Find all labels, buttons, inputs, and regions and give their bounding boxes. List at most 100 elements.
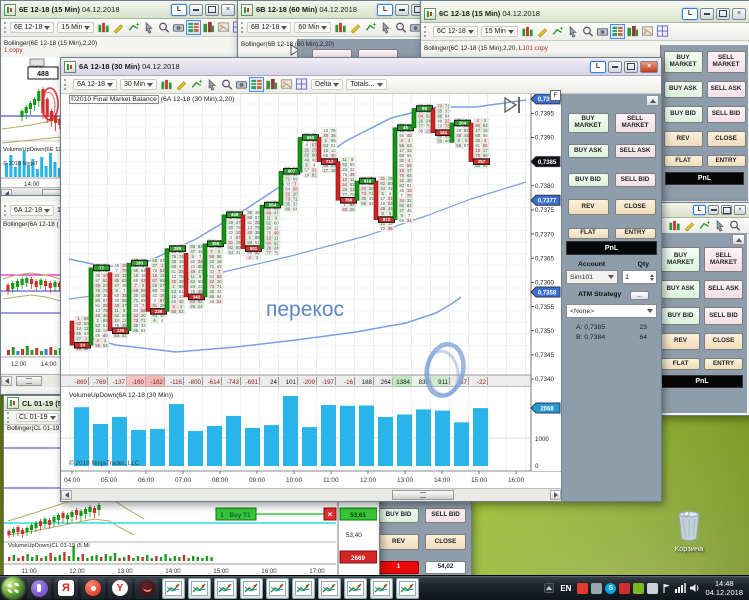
chart-window-task-icon[interactable] [214,577,237,599]
yandex-search-icon[interactable]: Y [108,577,132,599]
pnl-display[interactable]: PnL [665,172,744,185]
rev-button[interactable]: REV [663,131,703,147]
chart-6a15[interactable]: 12:00 14:00 [1,229,61,373]
qty-input[interactable]: 1 [622,270,657,284]
buy-ask-button[interactable]: BUY ASK [661,280,700,299]
sell-bid-button[interactable]: SELL BID [614,173,656,187]
usb-device-icon[interactable] [647,582,659,594]
close-button[interactable]: × [734,205,746,215]
skype-icon[interactable]: S [605,582,617,594]
sell-bid-button[interactable]: SELL BID [706,106,746,123]
indicator-label[interactable]: Bollinger(6B 12-18 (60 Min),2,20) [241,41,334,48]
action-center-flag-icon[interactable] [661,583,672,594]
interval-select[interactable]: 15 Min [480,26,518,37]
cursor-icon[interactable] [379,21,392,34]
link-button[interactable]: L [590,60,606,73]
image-icon[interactable] [641,25,654,38]
drawing-tools-icon[interactable] [112,21,125,34]
indicator-add-icon[interactable]: + [127,21,140,34]
sell-ask-button[interactable]: SELL ASK [704,280,743,299]
tray-red2-app-icon[interactable] [619,582,631,594]
buy-bid-button[interactable]: BUY BID [378,508,419,523]
yandex-browser-icon[interactable]: Я [54,577,78,599]
flat-button[interactable]: FLAT [567,228,609,239]
sell-market-button[interactable]: SELL MARKET [614,113,656,133]
grid-icon[interactable] [656,25,669,38]
main-chart[interactable]: 1885250141265632717852161424232174723610… [61,94,561,501]
link-button[interactable]: L [693,205,706,215]
chart-window-task-icon[interactable] [396,577,419,599]
cursor-icon[interactable] [566,25,579,38]
red-app-icon[interactable] [81,577,105,599]
cursor-icon[interactable] [205,78,218,91]
entry-button[interactable]: ENTRY [614,228,656,239]
minimize-button[interactable] [708,205,719,215]
toolbar-grip[interactable] [4,22,6,33]
nvidia-icon[interactable] [633,582,645,594]
snapshot-icon[interactable] [235,78,248,91]
network-signal-icon[interactable] [675,583,687,594]
instrument-select[interactable]: 6A 12-18 [10,205,55,216]
drawing-tools-icon[interactable] [175,78,188,91]
titlebar-float[interactable]: L × [656,203,749,218]
link-button[interactable]: L [377,3,393,16]
toolbar-grip[interactable] [424,26,429,37]
indicator-add-icon[interactable]: + [698,219,711,232]
minimize-button[interactable] [189,3,203,16]
toolbar-grip[interactable] [7,412,12,423]
indicator-add-icon[interactable]: + [551,25,564,38]
interval-select[interactable]: 30 Min [120,79,158,90]
interval-select[interactable]: 15 Min [57,22,95,33]
entry-button[interactable]: ENTRY [706,155,746,167]
chart-style-icon[interactable] [97,21,110,34]
chart-style-icon[interactable] [521,25,534,38]
footprint-alt-icon[interactable] [626,25,639,38]
scroll-left-icon[interactable] [61,490,72,500]
pnl-display[interactable]: PnL [661,375,743,388]
sell-ask-button[interactable]: SELL ASK [706,81,746,98]
indicator-label[interactable]: ©2010 Final Market Balance (6A 12-18 (30… [69,95,234,104]
microphone-app-icon[interactable] [27,577,51,599]
focus-button[interactable]: F [550,90,561,101]
buy-ask-button[interactable]: BUY ASK [663,81,703,98]
speaker-icon[interactable] [689,583,700,594]
language-indicator[interactable]: EN [557,584,574,593]
footprint-alt-icon[interactable] [202,21,215,34]
chart-window-task-icon[interactable] [292,577,315,599]
chart-window-task-icon[interactable] [266,577,289,599]
chart-window-task-icon[interactable] [240,577,263,599]
scroll-up-icon[interactable] [732,234,745,245]
minimize-button[interactable] [608,60,622,73]
drawing-tools-icon[interactable] [683,219,696,232]
footprint-style-icon[interactable] [609,24,625,39]
drawing-tools-icon[interactable] [536,25,549,38]
zoom-icon[interactable] [394,21,407,34]
footprint-alt-icon[interactable] [265,78,278,91]
zoom-icon[interactable] [728,219,741,232]
totals-menu[interactable]: Totals... [346,79,387,90]
sell-market-button[interactable]: SELL MARKET [704,247,743,272]
buy-market-button[interactable]: BUY MARKET [663,51,703,73]
entry-button[interactable]: ENTRY [704,358,743,370]
close-button[interactable]: CLOSE [706,131,746,147]
interval-select[interactable]: 60 Min [294,22,332,33]
zoom-icon[interactable] [157,21,170,34]
rev-button[interactable]: REV [661,333,700,350]
scroll-left-icon[interactable] [1,376,12,386]
cursor-icon[interactable] [142,21,155,34]
zoom-icon[interactable] [220,78,233,91]
toolbar-grip[interactable] [4,205,6,216]
image-icon[interactable] [217,21,230,34]
chart-window-task-icon[interactable] [370,577,393,599]
zoom-icon[interactable] [581,25,594,38]
buy-bid-button[interactable]: BUY BID [663,106,703,123]
maximize-button[interactable] [716,7,730,20]
indicator-label[interactable]: Bollinger(6A 12-18 ( [3,221,59,228]
atm-more-button[interactable]: ... [629,291,649,300]
titlebar-main[interactable]: 6A 12-18 (30 Min) 04.12.2018 L × [61,58,661,76]
flat-button[interactable]: FLAT [661,358,700,370]
flat-button[interactable]: FLAT [663,155,703,167]
tray-grey-app-icon[interactable] [591,582,603,594]
buy-ask-button[interactable]: BUY ASK [567,144,609,158]
maximize-button[interactable] [721,205,732,215]
